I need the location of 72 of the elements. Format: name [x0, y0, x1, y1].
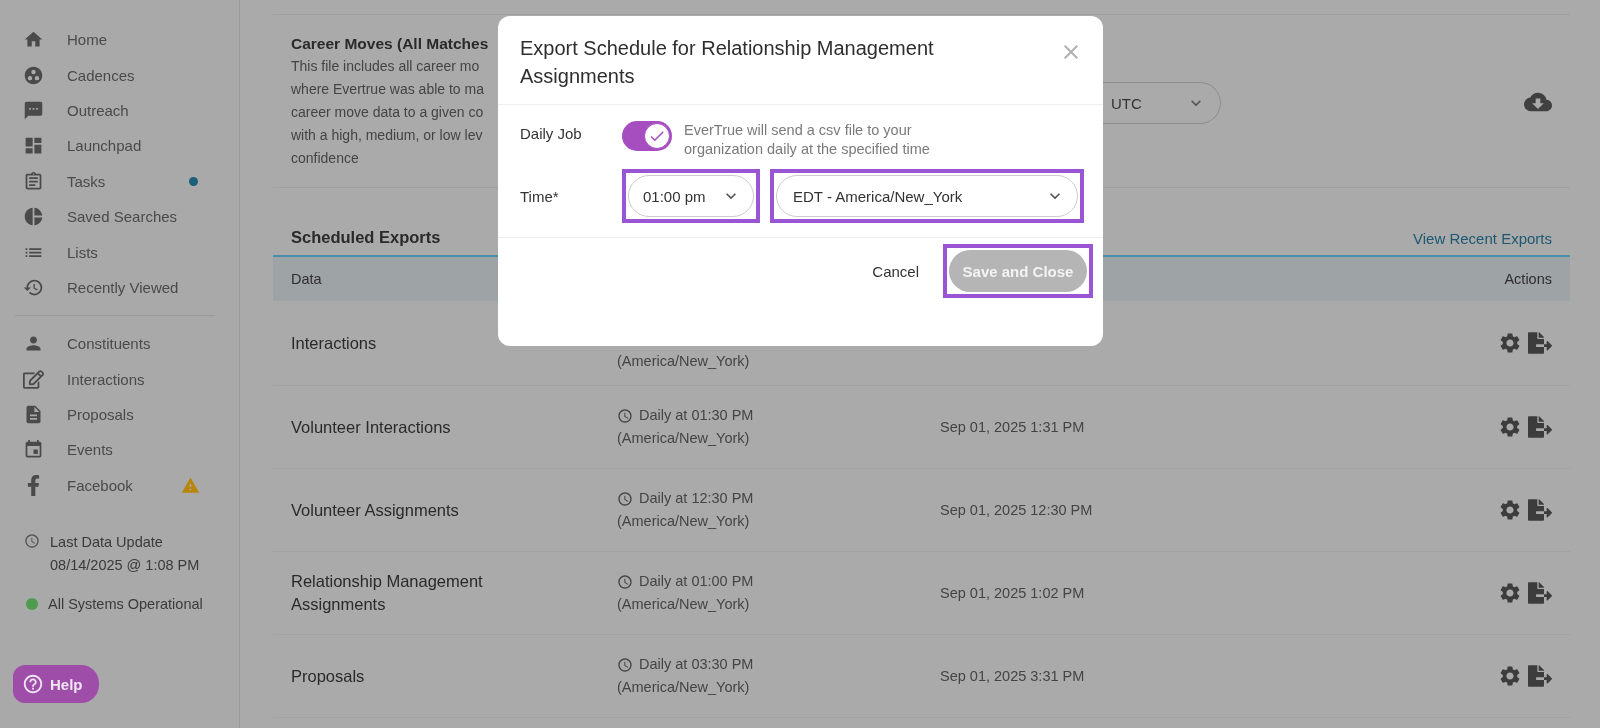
sidebar-item[interactable]: Tasks — [0, 163, 200, 199]
clock-icon — [617, 407, 633, 424]
last-update-text: Last Data Update 08/14/2025 @ 1:08 PM — [50, 533, 200, 576]
sidebar-item[interactable]: Saved Searches — [0, 198, 200, 235]
sidebar-item[interactable]: Outreach — [0, 92, 200, 129]
file-export-icon[interactable] — [1528, 331, 1552, 355]
table-cell-text: Interactions — [291, 332, 378, 354]
table-cell-text: Proposals — [291, 665, 366, 687]
sidebar-item[interactable]: Launchpad — [0, 128, 200, 164]
settings-icon[interactable] — [1498, 498, 1522, 522]
clock-icon — [617, 573, 633, 590]
table-cell: Sep 01, 2025 12:30 PM — [940, 502, 1093, 518]
file-export-icon[interactable] — [1528, 581, 1552, 605]
sidebar-item[interactable]: Proposals — [0, 396, 200, 433]
export-description: career move data to a given co — [291, 103, 485, 122]
file-export-icon[interactable] — [1528, 498, 1552, 522]
table-cell-text: Relationship Management Assignments — [291, 571, 484, 615]
time-select[interactable]: 01:00 pm — [628, 175, 754, 217]
export-description: This file includes all career mo — [291, 57, 481, 76]
export-description: with a high, medium, or low lev — [291, 126, 484, 145]
clock-icon — [617, 656, 633, 673]
pie-chart-icon — [22, 205, 44, 228]
settings-icon[interactable] — [1498, 664, 1522, 688]
export-description: where Evertrue was able to ma — [291, 80, 485, 99]
cluster-icon — [22, 64, 44, 87]
schedule-text: Daily at 12:30 PM — [639, 489, 754, 508]
schedule-text: Daily at 03:30 PM — [639, 655, 754, 674]
export-description: confidence — [291, 149, 360, 168]
schedule-text: Daily at 01:30 PM — [639, 406, 754, 425]
table-cell: Sep 01, 2025 3:31 PM — [940, 668, 1085, 684]
file-export-icon[interactable] — [1528, 415, 1552, 439]
table-cell-text: Volunteer Assignments — [291, 499, 460, 521]
settings-icon[interactable] — [1498, 331, 1522, 355]
settings-icon[interactable] — [1498, 581, 1522, 605]
column-header: Actions — [1504, 271, 1552, 287]
settings-icon[interactable] — [1498, 415, 1522, 439]
clock-icon — [617, 490, 633, 507]
chat-bubble-icon — [22, 99, 44, 122]
clock-icon — [24, 533, 40, 550]
help-button[interactable]: Help — [13, 665, 99, 703]
table-cell: Sep 01, 2025 1:02 PM — [940, 585, 1085, 601]
export-title: Career Moves (All Matches — [291, 35, 490, 53]
field-label: Time* — [520, 187, 560, 205]
timezone-text: (America/New_York) — [617, 595, 751, 614]
dialog-title: Export Schedule for Relationship Management Assignments — [520, 36, 935, 89]
column-header: Data — [291, 271, 322, 287]
table-cell-text: Volunteer Interactions — [291, 416, 452, 438]
edit-icon — [22, 368, 44, 391]
sidebar-item[interactable]: Events — [0, 432, 200, 468]
sidebar-item[interactable]: Constituents — [0, 326, 200, 362]
sidebar-item[interactable]: Home — [0, 22, 200, 58]
toggle-description: EverTrue will send a csv file to your organization daily at the specified time — [684, 121, 931, 159]
cancel-button[interactable]: Cancel — [866, 261, 925, 281]
timezone-text: (America/New_York) — [617, 429, 751, 448]
table-cell: Sep 01, 2025 1:31 PM — [940, 419, 1085, 435]
field-label: Daily Job — [520, 125, 583, 142]
schedule-text: Daily at 01:00 PM — [639, 572, 754, 591]
timezone-text: (America/New_York) — [617, 678, 751, 697]
sidebar-item[interactable]: Facebook — [0, 467, 200, 504]
status-text: All Systems Operational — [48, 595, 203, 615]
timezone-select[interactable]: EDT - America/New_York — [776, 175, 1078, 217]
sidebar-item[interactable]: Lists — [0, 234, 200, 270]
daily-job-toggle[interactable] — [622, 121, 672, 151]
file-export-icon[interactable] — [1528, 664, 1552, 688]
sidebar-item[interactable]: Cadences — [0, 57, 200, 93]
section-title: Scheduled Exports — [291, 228, 441, 247]
help-icon — [22, 673, 44, 695]
sidebar-item[interactable]: Interactions — [0, 361, 200, 397]
timezone-text: (America/New_York) — [617, 512, 751, 531]
sidebar-item[interactable]: Recently Viewed — [0, 269, 200, 306]
view-recent-exports-link[interactable]: View Recent Exports — [1413, 230, 1552, 247]
timezone-text: (America/New_York) — [617, 352, 751, 371]
